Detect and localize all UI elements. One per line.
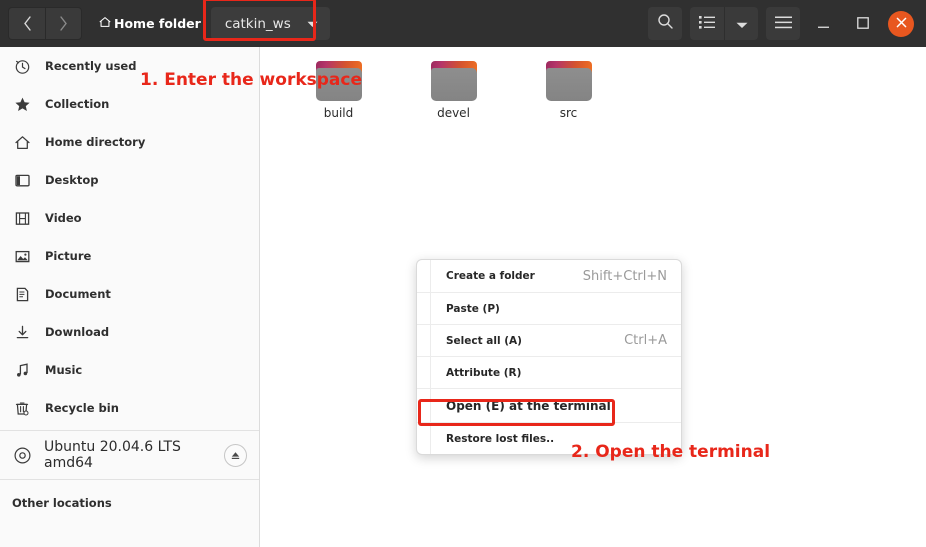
home-icon: [98, 15, 112, 32]
sidebar-item-label: Picture: [45, 249, 92, 263]
breadcrumb-current-wrap: catkin_ws: [202, 0, 330, 41]
navigation-buttons: [8, 7, 82, 40]
chevron-down-icon: [736, 14, 748, 33]
folder-icon: [430, 61, 477, 101]
menu-item-label: Select all (A): [446, 334, 522, 347]
sidebar-item-recycle-bin[interactable]: Recycle bin: [0, 389, 259, 427]
disc-icon: [12, 445, 32, 465]
folder-item-devel[interactable]: devel: [396, 55, 511, 120]
menu-gutter: [417, 260, 431, 292]
maximize-button[interactable]: [848, 9, 878, 39]
sidebar-item-label: Collection: [45, 97, 110, 111]
chevron-down-icon[interactable]: [307, 16, 318, 32]
minimize-button[interactable]: [808, 9, 838, 39]
menu-gutter: [417, 293, 431, 324]
view-options-dropdown[interactable]: [724, 7, 758, 40]
menu-item-label: Create a folder: [446, 270, 535, 282]
menu-gutter: [417, 357, 431, 388]
image-icon: [12, 246, 32, 266]
sidebar-item-other-locations[interactable]: Other locations: [0, 483, 259, 523]
annotation-step-1: 1. Enter the workspace: [140, 70, 362, 90]
sidebar-item-label: Recently used: [45, 59, 137, 73]
other-locations-label: Other locations: [12, 496, 112, 510]
eject-icon: [230, 446, 241, 465]
annotation-step-2: 2. Open the terminal: [571, 442, 771, 462]
toolbar-right: [648, 7, 926, 40]
menu-item-label: Paste (P): [446, 302, 500, 315]
menu-item-attribute[interactable]: Attribute (R): [417, 356, 681, 388]
sidebar: Recently used Collection Home directory …: [0, 47, 260, 547]
sidebar-item-music[interactable]: Music: [0, 351, 259, 389]
music-note-icon: [12, 360, 32, 380]
folder-icon: [545, 61, 592, 101]
main-menu-button[interactable]: [766, 7, 800, 40]
breadcrumb: Home folder catkin_ws: [92, 0, 330, 41]
sidebar-item-label: Document: [45, 287, 111, 301]
folder-label: src: [559, 106, 578, 120]
sidebar-item-label: Video: [45, 211, 82, 225]
context-menu: Create a folder Shift+Ctrl+N Paste (P) S…: [416, 259, 682, 455]
menu-item-paste[interactable]: Paste (P): [417, 292, 681, 324]
list-view-button[interactable]: [690, 7, 724, 40]
menu-item-accelerator: Ctrl+A: [624, 333, 667, 348]
maximize-icon: [857, 14, 869, 33]
film-icon: [12, 208, 32, 228]
sidebar-divider-bottom: [0, 479, 259, 480]
sidebar-item-label: Desktop: [45, 173, 99, 187]
close-icon: [896, 16, 907, 32]
sidebar-item-label: Recycle bin: [45, 401, 119, 415]
view-mode-group: [690, 7, 758, 40]
chevron-left-icon: [23, 16, 32, 31]
title-bar: Home folder catkin_ws: [0, 0, 926, 47]
sidebar-item-picture[interactable]: Picture: [0, 237, 259, 275]
star-icon: [12, 94, 32, 114]
minimize-icon: [817, 14, 830, 33]
sidebar-divider-top: [0, 430, 259, 431]
eject-button[interactable]: [224, 443, 247, 467]
hamburger-menu-icon: [774, 14, 792, 33]
desktop-icon: [12, 170, 32, 190]
menu-item-open-at-terminal[interactable]: Open (E) at the terminal: [417, 388, 681, 422]
sidebar-item-video[interactable]: Video: [0, 199, 259, 237]
menu-item-accelerator: Shift+Ctrl+N: [582, 268, 667, 284]
menu-item-select-all[interactable]: Select all (A) Ctrl+A: [417, 324, 681, 356]
menu-item-label: Restore lost files..: [446, 432, 555, 445]
menu-gutter: [417, 389, 431, 422]
folder-item-src[interactable]: src: [511, 55, 626, 120]
drive-label: Ubuntu 20.04.6 LTS amd64: [44, 439, 181, 471]
sidebar-item-label: Download: [45, 325, 110, 339]
search-button[interactable]: [648, 7, 682, 40]
chevron-right-icon: [59, 16, 68, 31]
home-icon: [12, 132, 32, 152]
file-manager-window: Home folder catkin_ws Recently used Coll…: [0, 0, 926, 547]
clock-icon: [12, 56, 32, 76]
back-button[interactable]: [8, 7, 45, 40]
folder-label: build: [323, 106, 354, 120]
breadcrumb-item-home[interactable]: Home folder: [92, 7, 211, 40]
sidebar-item-home-directory[interactable]: Home directory: [0, 123, 259, 161]
menu-item-label: Open (E) at the terminal: [446, 398, 611, 413]
close-button[interactable]: [888, 10, 914, 37]
list-view-icon: [699, 14, 715, 33]
sidebar-item-label: Home directory: [45, 135, 146, 149]
sidebar-item-ubuntu-drive[interactable]: Ubuntu 20.04.6 LTS amd64: [0, 434, 259, 476]
folder-label: devel: [437, 106, 470, 120]
sidebar-item-desktop[interactable]: Desktop: [0, 161, 259, 199]
sidebar-item-download[interactable]: Download: [0, 313, 259, 351]
breadcrumb-item-catkin-ws[interactable]: catkin_ws: [210, 7, 330, 40]
breadcrumb-home-label: Home folder: [114, 16, 201, 31]
sidebar-item-collection[interactable]: Collection: [0, 85, 259, 123]
document-icon: [12, 284, 32, 304]
menu-gutter: [417, 423, 431, 454]
sidebar-item-document[interactable]: Document: [0, 275, 259, 313]
breadcrumb-current-label: catkin_ws: [224, 15, 291, 32]
menu-item-label: Attribute (R): [446, 366, 522, 379]
menu-gutter: [417, 325, 431, 356]
search-icon: [657, 13, 674, 34]
trash-icon: [12, 398, 32, 418]
sidebar-item-label: Music: [45, 363, 83, 377]
download-icon: [12, 322, 32, 342]
menu-item-create-folder[interactable]: Create a folder Shift+Ctrl+N: [417, 260, 681, 292]
forward-button[interactable]: [45, 7, 82, 40]
